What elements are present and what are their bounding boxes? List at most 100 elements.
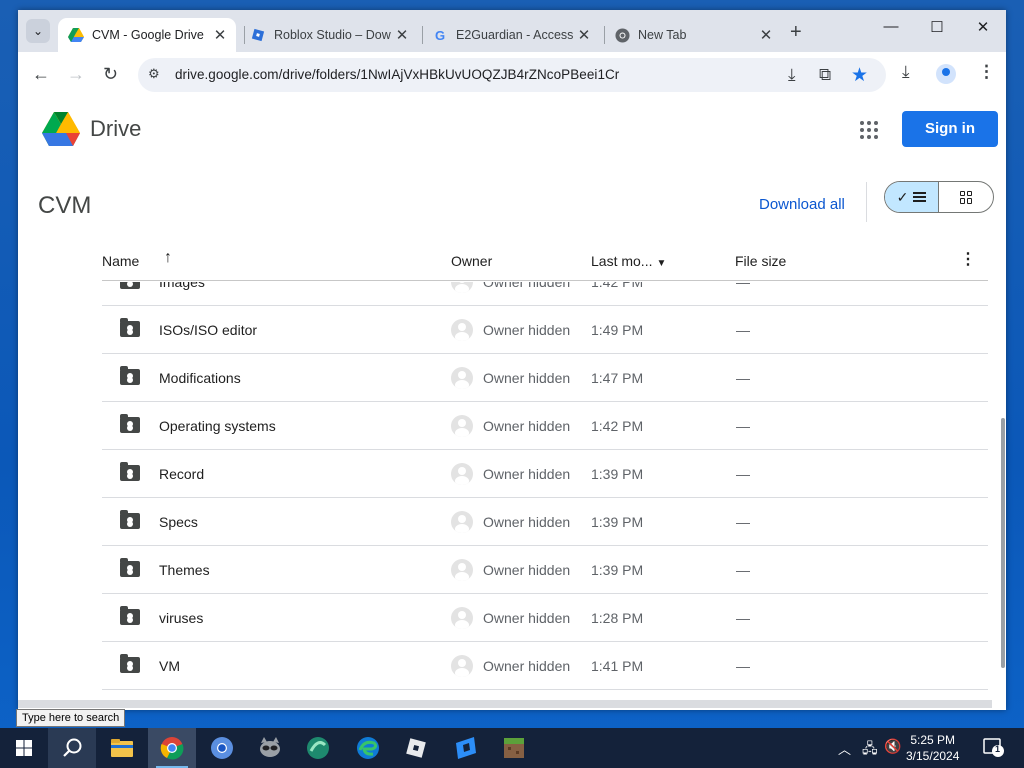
clock[interactable]: 5:25 PM 3/15/2024 [906, 732, 959, 764]
drive-page: Drive Sign in CVM Download all ✓ Name ↑ … [18, 98, 1006, 710]
owner-avatar [451, 415, 473, 437]
vertical-scrollbar[interactable] [1001, 418, 1005, 668]
tab-e2guardian[interactable]: G E2Guardian - Access ✕ [422, 18, 600, 52]
drive-logo-link[interactable]: Drive [42, 112, 141, 146]
table-row[interactable]: Images Owner hidden 1:42 PM — [102, 282, 988, 306]
install-app-icon[interactable]: ⧉ [819, 65, 831, 85]
edge-taskbar-icon[interactable] [344, 728, 392, 768]
column-header-last-modified[interactable]: Last mo... ▼ [591, 253, 666, 269]
size-text: — [736, 610, 750, 626]
tab-search-dropdown-button[interactable]: ⌄ [26, 19, 50, 43]
tab-new-tab[interactable]: New Tab ✕ [604, 18, 782, 52]
maximize-button[interactable]: ☐ [914, 18, 960, 36]
modified-text: 1:39 PM [591, 562, 644, 578]
owner-avatar [451, 282, 473, 293]
owner-text: Owner hidden [483, 370, 571, 386]
owner-avatar [451, 319, 473, 341]
profile-avatar[interactable] [936, 64, 956, 84]
folder-icon [120, 510, 140, 529]
close-tab-icon[interactable]: ✕ [212, 26, 228, 44]
start-button[interactable] [0, 728, 48, 768]
size-text: — [736, 370, 750, 386]
sort-ascending-icon[interactable]: ↑ [164, 249, 172, 267]
file-name: Images [159, 282, 205, 290]
green-app-taskbar-icon[interactable] [294, 728, 342, 768]
browser-window: ⌄ CVM - Google Drive ✕ Roblox Studio – D… [18, 10, 1006, 710]
owner-avatar [451, 511, 473, 533]
table-row[interactable]: viruses Owner hidden 1:28 PM — [102, 594, 988, 642]
chromium-taskbar-icon[interactable] [198, 728, 246, 768]
google-drive-logo-icon [42, 112, 80, 146]
roblox-studio-taskbar-icon[interactable] [442, 728, 490, 768]
back-button[interactable]: ← [32, 64, 50, 85]
divider [866, 182, 867, 222]
raccoon-app-taskbar-icon[interactable] [246, 728, 294, 768]
column-header-file-size: File size [735, 253, 787, 269]
owner-text: Owner hidden [483, 562, 571, 578]
close-tab-icon[interactable]: ✕ [576, 26, 592, 44]
table-row[interactable]: VM Owner hidden 1:41 PM — [102, 642, 988, 690]
download-all-button[interactable]: Download all [759, 196, 845, 213]
forward-button[interactable]: → [67, 64, 85, 85]
roblox-taskbar-icon[interactable] [392, 728, 440, 768]
address-bar[interactable]: ⚙ drive.google.com/drive/folders/1NwIAjV… [138, 58, 886, 92]
folder-icon [120, 606, 140, 625]
new-tab-button[interactable]: + [790, 21, 802, 44]
table-row[interactable]: Record Owner hidden 1:39 PM — [102, 450, 988, 498]
list-view-button[interactable]: ✓ [885, 182, 940, 212]
table-row[interactable]: Themes Owner hidden 1:39 PM — [102, 546, 988, 594]
sign-in-button[interactable]: Sign in [902, 111, 998, 147]
table-row[interactable]: Operating systems Owner hidden 1:42 PM — [102, 402, 988, 450]
tab-roblox-studio[interactable]: Roblox Studio – Dow ✕ [240, 18, 418, 52]
tab-cvm-google-drive[interactable]: CVM - Google Drive ✕ [58, 18, 236, 52]
google-drive-favicon-icon [68, 27, 84, 43]
notification-center-icon[interactable]: 1 [983, 738, 1005, 758]
minimize-button[interactable]: — [868, 18, 914, 35]
network-icon[interactable]: 🖧 [862, 738, 878, 762]
tab-title: New Tab [638, 28, 687, 42]
grid-view-button[interactable] [939, 182, 993, 212]
table-row[interactable]: Modifications Owner hidden 1:47 PM — [102, 354, 988, 402]
file-name: VM [159, 658, 180, 674]
browser-menu-icon[interactable]: ⋮ [978, 62, 995, 82]
owner-text: Owner hidden [483, 658, 571, 674]
download-icon[interactable]: ⤓ [788, 65, 796, 85]
table-row[interactable]: ISOs/ISO editor Owner hidden 1:49 PM — [102, 306, 988, 354]
search-tooltip: Type here to search [16, 709, 126, 727]
url-text[interactable]: drive.google.com/drive/folders/1NwIAjVxH… [175, 67, 619, 82]
folder-icon [120, 366, 140, 385]
browser-toolbar: ← → ↻ ⚙ drive.google.com/drive/folders/1… [18, 52, 1006, 98]
show-hidden-icons-chevron-icon[interactable]: ︿ [838, 739, 851, 758]
downloads-icon[interactable]: ⤓ [902, 62, 910, 82]
chrome-favicon-icon [614, 27, 630, 43]
owner-text: Owner hidden [483, 610, 571, 626]
modified-text: 1:28 PM [591, 610, 644, 626]
file-explorer-taskbar-icon[interactable] [98, 728, 146, 768]
folder-icon [120, 414, 140, 433]
modified-text: 1:41 PM [591, 658, 644, 674]
owner-avatar [451, 655, 473, 677]
google-apps-icon[interactable] [860, 121, 878, 139]
close-tab-icon[interactable]: ✕ [758, 26, 774, 44]
size-text: — [736, 418, 750, 434]
chrome-taskbar-icon[interactable] [148, 728, 196, 768]
close-tab-icon[interactable]: ✕ [394, 26, 410, 44]
search-button[interactable] [48, 728, 96, 768]
volume-muted-icon[interactable]: 🔇 [884, 738, 901, 755]
tab-title: E2Guardian - Access [456, 28, 574, 42]
file-name: Specs [159, 514, 198, 530]
column-header-name[interactable]: Name [102, 253, 139, 269]
list-view-icon [913, 192, 927, 202]
table-row[interactable]: Specs Owner hidden 1:39 PM — [102, 498, 988, 546]
reload-button[interactable]: ↻ [103, 64, 118, 85]
horizontal-scrollbar[interactable] [18, 700, 992, 708]
modified-text: 1:49 PM [591, 322, 644, 338]
minecraft-taskbar-icon[interactable] [490, 728, 538, 768]
file-name: Modifications [159, 370, 241, 386]
site-info-icon[interactable]: ⚙ [148, 66, 160, 82]
modified-text: 1:39 PM [591, 466, 644, 482]
more-options-icon[interactable]: ⋮ [960, 249, 976, 269]
folder-icon [120, 654, 140, 673]
bookmark-star-icon[interactable]: ★ [851, 64, 868, 87]
close-window-button[interactable]: ✕ [960, 18, 1006, 36]
